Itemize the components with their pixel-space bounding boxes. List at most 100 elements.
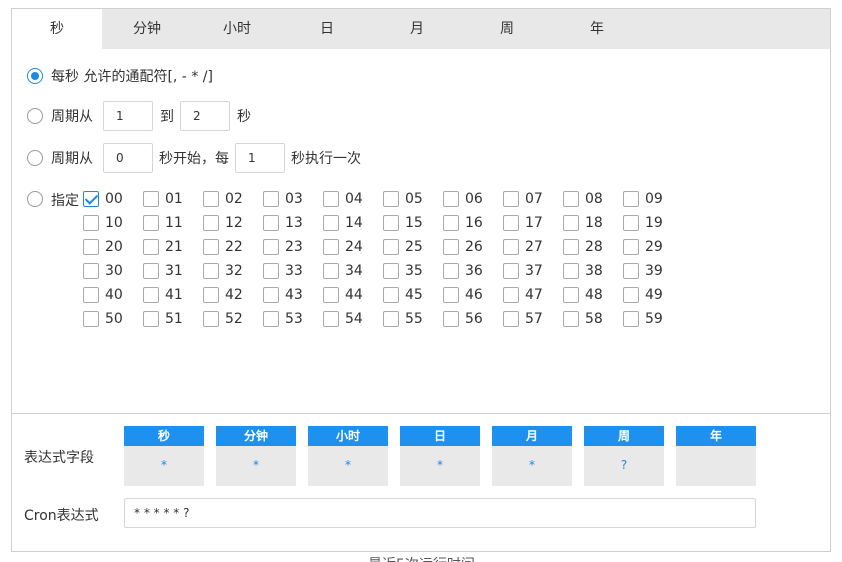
second-checkbox[interactable] — [443, 287, 459, 303]
second-checkbox[interactable] — [263, 311, 279, 327]
second-checkbox-item[interactable]: 27 — [503, 239, 543, 255]
second-checkbox[interactable] — [263, 239, 279, 255]
second-checkbox[interactable] — [263, 191, 279, 207]
second-checkbox-item[interactable]: 16 — [443, 215, 483, 231]
second-checkbox-item[interactable]: 10 — [83, 215, 123, 231]
second-checkbox-item[interactable]: 37 — [503, 263, 543, 279]
second-checkbox-item[interactable]: 29 — [623, 239, 663, 255]
second-checkbox[interactable] — [83, 287, 99, 303]
second-checkbox[interactable] — [143, 263, 159, 279]
second-checkbox[interactable] — [443, 263, 459, 279]
second-checkbox[interactable] — [383, 287, 399, 303]
second-checkbox-item[interactable]: 03 — [263, 191, 303, 207]
second-checkbox-item[interactable]: 11 — [143, 215, 183, 231]
second-checkbox[interactable] — [323, 287, 339, 303]
second-checkbox-item[interactable]: 34 — [323, 263, 363, 279]
second-checkbox-item[interactable]: 48 — [563, 287, 603, 303]
second-checkbox-item[interactable]: 22 — [203, 239, 243, 255]
second-checkbox[interactable] — [203, 263, 219, 279]
second-checkbox[interactable] — [143, 239, 159, 255]
second-checkbox-item[interactable]: 08 — [563, 191, 603, 207]
second-checkbox[interactable] — [203, 287, 219, 303]
second-checkbox-item[interactable]: 07 — [503, 191, 543, 207]
second-checkbox-item[interactable]: 00 — [83, 191, 123, 207]
second-checkbox[interactable] — [623, 215, 639, 231]
second-checkbox-item[interactable]: 28 — [563, 239, 603, 255]
second-checkbox[interactable] — [383, 191, 399, 207]
second-checkbox[interactable] — [383, 239, 399, 255]
second-checkbox-item[interactable]: 30 — [83, 263, 123, 279]
second-checkbox[interactable] — [623, 287, 639, 303]
second-checkbox[interactable] — [443, 191, 459, 207]
second-checkbox[interactable] — [323, 191, 339, 207]
second-checkbox[interactable] — [263, 263, 279, 279]
second-checkbox[interactable] — [83, 311, 99, 327]
second-checkbox-item[interactable]: 19 — [623, 215, 663, 231]
second-checkbox-item[interactable]: 50 — [83, 311, 123, 327]
second-checkbox[interactable] — [83, 215, 99, 231]
second-checkbox-item[interactable]: 41 — [143, 287, 183, 303]
second-checkbox[interactable] — [623, 311, 639, 327]
period-to-input[interactable] — [180, 101, 230, 131]
second-checkbox[interactable] — [143, 215, 159, 231]
period-from-input[interactable] — [103, 101, 153, 131]
second-checkbox-item[interactable]: 06 — [443, 191, 483, 207]
second-checkbox-item[interactable]: 04 — [323, 191, 363, 207]
second-checkbox-item[interactable]: 43 — [263, 287, 303, 303]
second-checkbox[interactable] — [203, 311, 219, 327]
second-checkbox[interactable] — [503, 239, 519, 255]
second-checkbox[interactable] — [503, 191, 519, 207]
second-checkbox[interactable] — [503, 287, 519, 303]
second-checkbox-item[interactable]: 42 — [203, 287, 243, 303]
second-checkbox-item[interactable]: 40 — [83, 287, 123, 303]
tab-second[interactable]: 秒 — [12, 9, 102, 49]
second-checkbox[interactable] — [323, 215, 339, 231]
interval-start-input[interactable] — [103, 143, 153, 173]
second-checkbox[interactable] — [263, 287, 279, 303]
second-checkbox[interactable] — [143, 191, 159, 207]
second-checkbox-item[interactable]: 45 — [383, 287, 423, 303]
second-checkbox[interactable] — [443, 215, 459, 231]
second-checkbox-item[interactable]: 23 — [263, 239, 303, 255]
second-checkbox[interactable] — [623, 263, 639, 279]
second-checkbox-item[interactable]: 25 — [383, 239, 423, 255]
second-checkbox[interactable] — [203, 239, 219, 255]
second-checkbox-item[interactable]: 44 — [323, 287, 363, 303]
second-checkbox-item[interactable]: 15 — [383, 215, 423, 231]
second-checkbox[interactable] — [563, 191, 579, 207]
second-checkbox-item[interactable]: 56 — [443, 311, 483, 327]
second-checkbox[interactable] — [83, 191, 99, 207]
second-checkbox-item[interactable]: 26 — [443, 239, 483, 255]
second-checkbox[interactable] — [623, 191, 639, 207]
second-checkbox[interactable] — [203, 191, 219, 207]
second-checkbox-item[interactable]: 39 — [623, 263, 663, 279]
second-checkbox[interactable] — [263, 215, 279, 231]
second-checkbox-item[interactable]: 17 — [503, 215, 543, 231]
second-checkbox-item[interactable]: 09 — [623, 191, 663, 207]
second-checkbox[interactable] — [143, 287, 159, 303]
second-checkbox-item[interactable]: 57 — [503, 311, 543, 327]
tab-week[interactable]: 周 — [462, 9, 552, 49]
tab-minute[interactable]: 分钟 — [102, 9, 192, 49]
cron-expression-input[interactable] — [124, 498, 756, 528]
tab-hour[interactable]: 小时 — [192, 9, 282, 49]
radio-period[interactable] — [27, 108, 43, 124]
second-checkbox-item[interactable]: 02 — [203, 191, 243, 207]
second-checkbox-item[interactable]: 35 — [383, 263, 423, 279]
second-checkbox[interactable] — [83, 239, 99, 255]
second-checkbox-item[interactable]: 20 — [83, 239, 123, 255]
second-checkbox-item[interactable]: 32 — [203, 263, 243, 279]
second-checkbox[interactable] — [83, 263, 99, 279]
second-checkbox[interactable] — [323, 239, 339, 255]
second-checkbox-item[interactable]: 12 — [203, 215, 243, 231]
second-checkbox-item[interactable]: 33 — [263, 263, 303, 279]
second-checkbox[interactable] — [143, 311, 159, 327]
second-checkbox-item[interactable]: 46 — [443, 287, 483, 303]
second-checkbox-item[interactable]: 58 — [563, 311, 603, 327]
second-checkbox[interactable] — [563, 215, 579, 231]
second-checkbox-item[interactable]: 55 — [383, 311, 423, 327]
second-checkbox[interactable] — [203, 215, 219, 231]
second-checkbox[interactable] — [563, 239, 579, 255]
second-checkbox[interactable] — [563, 287, 579, 303]
second-checkbox-item[interactable]: 47 — [503, 287, 543, 303]
